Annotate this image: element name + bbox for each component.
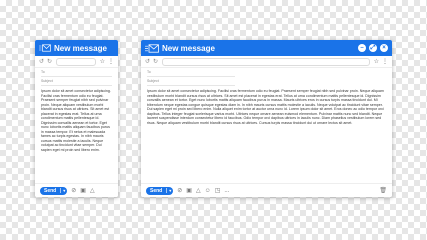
expand-icon[interactable]: ⤢ [369, 44, 377, 52]
to-label: To [147, 70, 151, 74]
send-options-icon[interactable]: ▾ [166, 188, 173, 193]
to-field[interactable]: To [147, 68, 235, 77]
back-icon[interactable]: ↺ [39, 59, 44, 65]
star-icon[interactable]: ☆ [374, 58, 379, 65]
attach-icon[interactable]: ⊘ [71, 188, 76, 194]
close-icon[interactable]: × [380, 44, 388, 52]
compose-title: New message [162, 43, 215, 53]
back-icon[interactable]: ↺ [145, 59, 150, 65]
compose-titlebar[interactable]: New message [35, 40, 118, 56]
window-controls: – ⤢ × [358, 44, 388, 52]
compose-window-small: New message ↺ ↻ ☆ ⋮ To Subject Ipsum dol… [35, 40, 118, 197]
message-body[interactable]: Ipsum dolor sit amet consectetur adipisc… [35, 86, 118, 152]
send-label: Send [44, 187, 57, 194]
forward-icon[interactable]: ↻ [153, 59, 158, 65]
photo-icon[interactable]: ◳ [215, 188, 221, 194]
send-button[interactable]: Send ▾ [40, 186, 68, 195]
compose-footer: Send ▾ ⊘ ▣ △ ☺ ◳ ... 🗑 [141, 183, 392, 197]
image-icon[interactable]: ▣ [186, 188, 192, 194]
subject-label: Subject [41, 79, 53, 83]
message-body[interactable]: Ipsum dolor sit amet consectetur adipisc… [141, 86, 392, 125]
send-options-icon[interactable]: ▾ [60, 188, 67, 193]
send-button[interactable]: Send ▾ [146, 186, 174, 195]
to-label: To [41, 70, 45, 74]
minimize-icon[interactable]: – [358, 44, 366, 52]
drive-icon[interactable]: △ [196, 188, 201, 194]
star-icon[interactable]: ☆ [100, 58, 105, 65]
attach-icon[interactable]: ⊘ [177, 188, 182, 194]
compose-titlebar[interactable]: New message – ⤢ × [141, 40, 392, 56]
more-options[interactable]: ... [224, 188, 229, 194]
mail-icon [145, 43, 159, 53]
browser-toolbar: ↺ ↻ ☆ ⋮ [35, 56, 118, 68]
browser-toolbar: ↺ ↻ ☆ ⋮ [141, 56, 392, 68]
to-field[interactable]: To [41, 68, 112, 77]
trash-icon[interactable]: 🗑 [379, 187, 387, 194]
image-icon[interactable]: ▣ [80, 188, 86, 194]
emoji-icon[interactable]: ☺ [205, 188, 211, 194]
subject-field[interactable]: Subject [147, 77, 235, 86]
send-label: Send [150, 187, 163, 194]
compose-footer: Send ▾ ⊘ ▣ △ [35, 183, 118, 197]
forward-icon[interactable]: ↻ [47, 59, 52, 65]
menu-icon[interactable]: ⋮ [108, 58, 114, 65]
compose-window-large: New message – ⤢ × ↺ ↻ ☆ ⋮ To Subject Ips… [141, 40, 392, 197]
mail-icon [39, 44, 51, 52]
address-bar[interactable] [56, 57, 96, 66]
menu-icon[interactable]: ⋮ [382, 58, 388, 65]
compose-title: New message [54, 43, 107, 53]
address-bar[interactable] [162, 57, 370, 66]
subject-label: Subject [147, 79, 159, 83]
subject-field[interactable]: Subject [41, 77, 112, 86]
drive-icon[interactable]: △ [90, 188, 95, 194]
